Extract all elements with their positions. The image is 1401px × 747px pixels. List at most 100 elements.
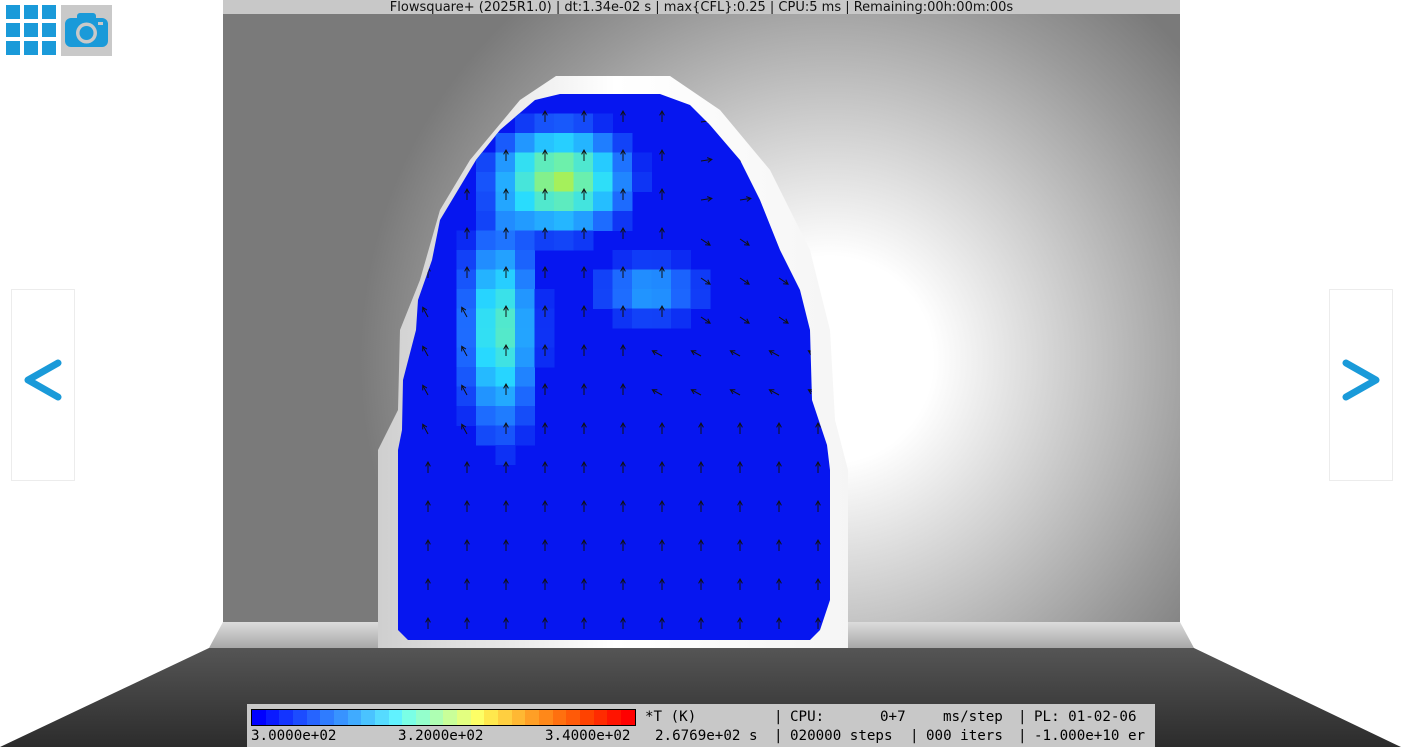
temperature-cell [476,406,496,426]
temperature-cell [554,113,574,134]
temperature-cell [515,328,535,348]
temperature-cell [690,289,711,309]
temperature-cell [456,386,477,407]
colorbar-swatch [265,710,280,725]
cpu-unit: ms/step [943,709,1003,725]
temperature-cell [456,308,477,329]
temperature-cell [593,269,613,290]
temperature-cell [476,211,496,231]
colorbar-swatch [566,710,581,725]
temperature-cell [515,386,535,407]
temperature-cell [593,191,613,212]
temperature-cell [476,367,496,387]
colorbar-swatch [457,710,471,725]
temperature-cell [456,406,477,426]
temperature-cell [671,289,691,309]
temperature-cell [632,172,652,192]
temperature-cell [554,191,574,212]
separator: | [1018,728,1027,744]
previous-button[interactable] [11,289,75,481]
temperature-cell [476,250,496,270]
temperature-cell [515,230,535,251]
simulation-viewport[interactable] [0,0,1401,747]
colorbar-swatch [252,710,266,725]
colorbar-swatch [334,710,348,725]
title-bar: Flowsquare+ (2025R1.0) | dt:1.34e-02 s |… [223,0,1180,14]
colorbar-swatch [511,710,526,725]
error-value: -1.000e+10 er [1034,728,1146,744]
temperature-cell [593,152,613,173]
temperature-cell [671,308,691,329]
camera-icon [65,13,108,47]
temperature-cell [456,289,477,309]
colorbar-tick-max: 3.4000e+02 [545,728,631,744]
temperature-cell [632,289,652,309]
temperature-cell [515,289,535,309]
temperature-cell [515,250,535,270]
pl-value: PL: 01-02-06 [1034,709,1137,725]
separator: | [774,709,783,725]
temperature-cell [456,328,477,348]
grid-menu-icon [6,5,20,19]
grid-menu-button[interactable] [4,4,58,56]
colorbar-swatch [416,710,430,725]
temperature-cell [671,269,691,290]
colorbar-swatch [539,710,553,725]
colorbar-swatch [293,710,307,725]
temperature-cell [476,269,496,290]
temperature-cell [632,152,652,173]
temperature-cell [476,386,496,407]
temperature-cell [476,425,496,446]
temperature-cell [476,289,496,309]
colorbar-swatch [607,710,622,725]
iter-count: 000 iters [926,728,1003,744]
temperature-cell [476,347,496,368]
chevron-left-icon [24,359,62,401]
chevron-right-icon [1342,359,1380,401]
temperature-cell [515,172,535,192]
colorbar-swatch [525,710,540,725]
temperature-cell [593,211,613,231]
temperature-cell [554,133,574,153]
colorbar-swatch [361,710,376,725]
temperature-cell [593,289,613,309]
temperature-cell [515,211,535,231]
colorbar-swatch [498,710,512,725]
colorbar-swatch [402,710,417,725]
colorbar-swatch [552,710,567,725]
temperature-cell [632,269,652,290]
temperature-cell [593,172,613,192]
temperature-cell [515,308,535,329]
temperature-cell [554,172,574,192]
temperature-cell [476,191,496,212]
colorbar-swatch [347,710,362,725]
temperature-cell [593,133,613,153]
temperature-cell [515,133,535,153]
colorbar-swatch [279,710,294,725]
colorbar-tick-mid: 3.2000e+02 [398,728,484,744]
temperature-cell [593,113,613,134]
cpu-value: 0+7 [880,709,906,725]
temperature-cell [632,308,652,329]
temperature-cell [456,367,477,387]
temperature-cell [476,172,496,192]
next-button[interactable] [1329,289,1393,481]
temperature-cell [515,367,535,387]
colorbar-swatch [580,710,594,725]
temperature-cell [554,211,574,231]
sim-time: 2.6769e+02 s [655,728,758,744]
temperature-cell [476,230,496,251]
camera-button[interactable] [61,5,112,56]
colorbar-swatch [443,710,458,725]
colorbar-swatch [484,710,499,725]
colorbar-swatch [306,710,321,725]
temperature-cell [476,328,496,348]
separator: | [774,728,783,744]
separator: | [910,728,919,744]
colorbar-tick-min: 3.0000e+02 [251,728,337,744]
temperature-cell [554,230,574,251]
colorbar-swatch [593,710,608,725]
temperature-cell [515,406,535,426]
temperature-cell [554,152,574,173]
temperature-cell [515,191,535,212]
